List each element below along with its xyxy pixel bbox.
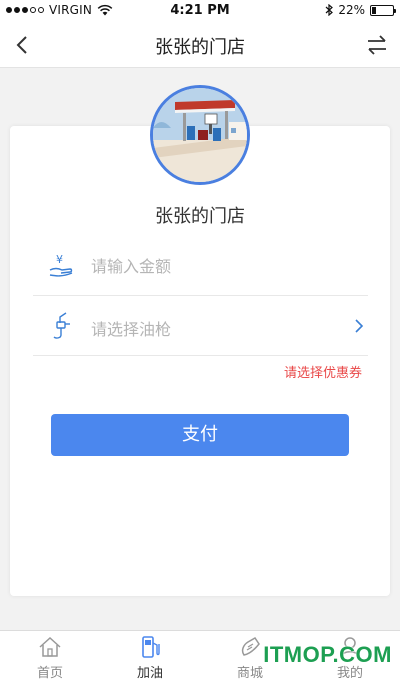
page-title: 张张的门店 bbox=[155, 37, 245, 58]
store-name: 张张的门店 bbox=[155, 206, 245, 227]
tab-label: 首页 bbox=[36, 666, 63, 680]
fuel-nozzle-icon bbox=[53, 312, 70, 339]
battery-icon bbox=[370, 4, 396, 16]
nav-bar: 张张的门店 bbox=[0, 22, 400, 68]
pay-card bbox=[10, 126, 390, 596]
mall-icon bbox=[241, 637, 260, 656]
gas-station-photo bbox=[153, 88, 247, 182]
fuel-pump-icon bbox=[142, 636, 160, 658]
status-right: 22% bbox=[325, 3, 396, 17]
amount-input[interactable] bbox=[91, 252, 351, 280]
status-bar: VIRGIN 4:21 PM 22% bbox=[0, 0, 400, 22]
nozzle-placeholder: 请选择油枪 bbox=[91, 320, 172, 339]
watermark: ITMOP.COM bbox=[263, 642, 392, 667]
battery-level-fill bbox=[372, 6, 376, 14]
back-button[interactable] bbox=[8, 30, 38, 60]
chevron-left-icon bbox=[16, 36, 27, 54]
swap-arrows-icon bbox=[368, 35, 386, 55]
store-avatar bbox=[150, 85, 250, 185]
nozzle-select-row[interactable]: 请选择油枪 bbox=[33, 296, 368, 356]
svg-text:¥: ¥ bbox=[56, 253, 63, 266]
coupon-select-link[interactable]: 请选择优惠券 bbox=[284, 362, 362, 381]
chevron-right-icon bbox=[355, 319, 364, 333]
amount-row: ¥ bbox=[33, 236, 368, 296]
tab-home[interactable]: 首页 bbox=[0, 631, 100, 680]
tab-label: 加油 bbox=[136, 666, 163, 680]
pay-button[interactable]: 支付 bbox=[51, 414, 349, 456]
switch-store-button[interactable] bbox=[362, 30, 392, 60]
battery-percent: 22% bbox=[338, 3, 365, 17]
bluetooth-icon bbox=[325, 4, 334, 16]
home-icon bbox=[39, 636, 61, 657]
yuan-hand-icon: ¥ bbox=[49, 253, 73, 277]
tab-fuel[interactable]: 加油 bbox=[100, 631, 200, 680]
